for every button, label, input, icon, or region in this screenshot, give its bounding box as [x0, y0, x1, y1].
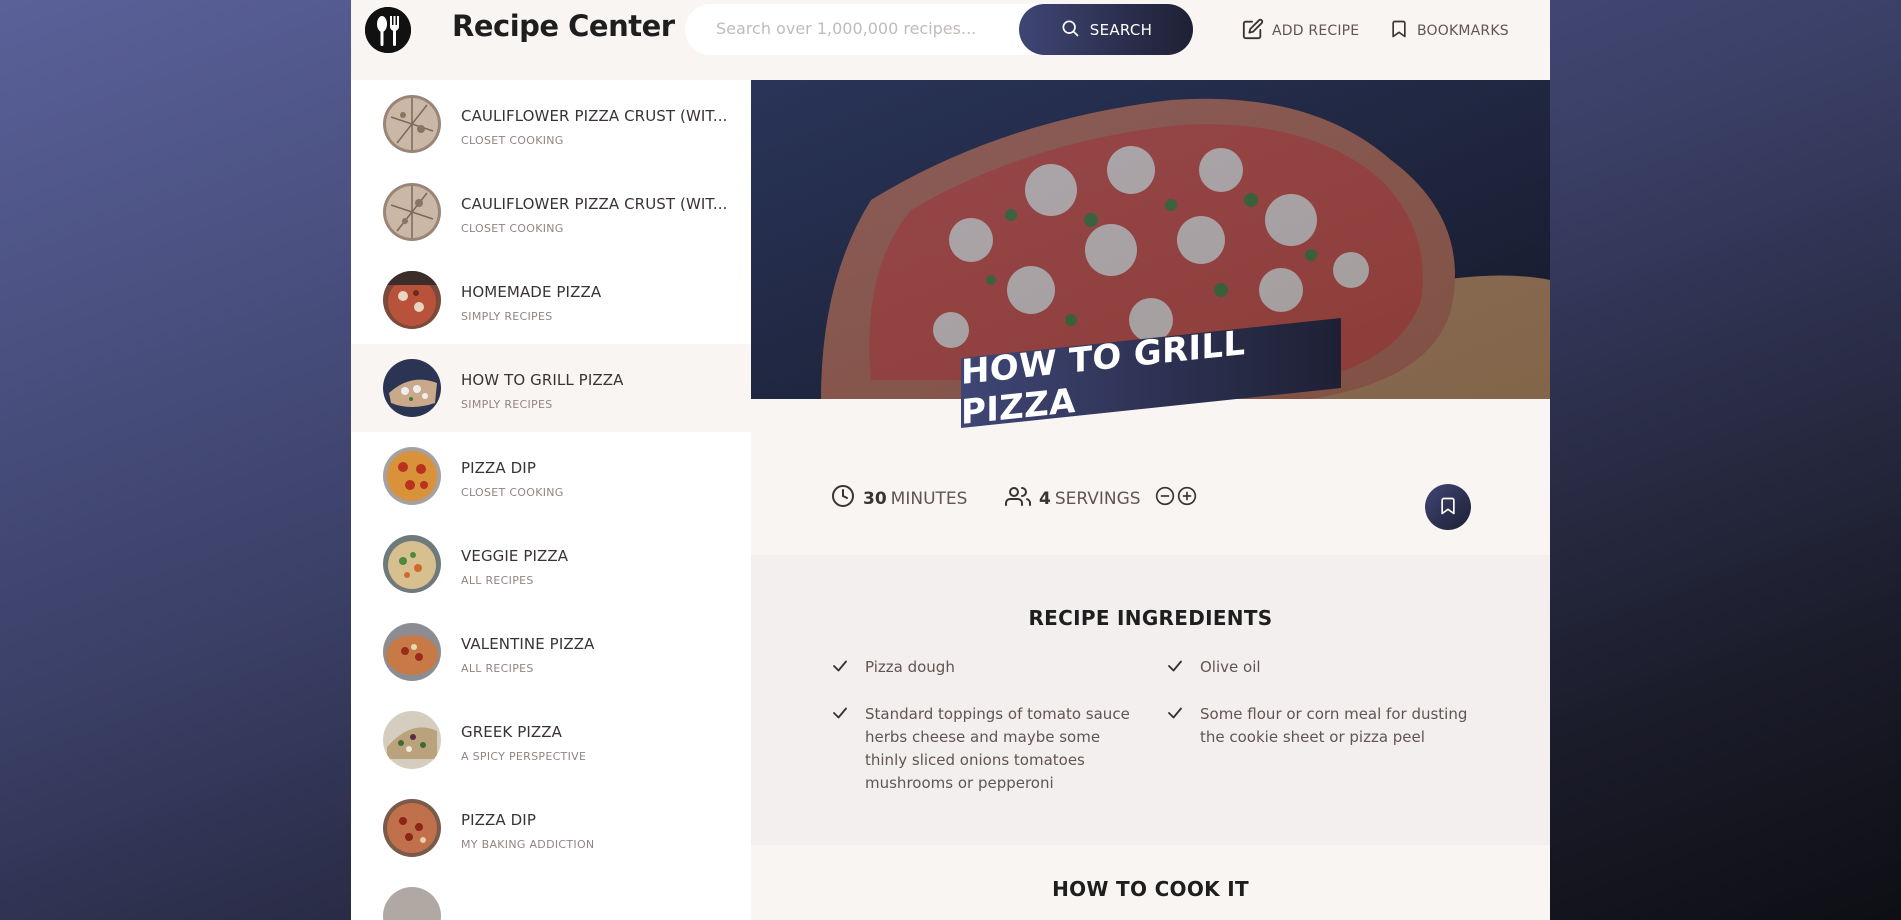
clock-icon [831, 484, 855, 513]
result-title: GREEK PIZZA [461, 723, 562, 741]
result-item[interactable]: VEGGIE PIZZA ALL RECIPES [351, 520, 751, 608]
result-thumbnail [383, 271, 441, 329]
result-title: VEGGIE PIZZA [461, 547, 568, 565]
ingredient-item: Pizza dough [831, 656, 1131, 682]
result-item[interactable]: GREEK PIZZA A SPICY PERSPECTIVE [351, 696, 751, 784]
result-thumbnail [383, 535, 441, 593]
minutes-unit: MINUTES [891, 489, 968, 509]
servings: 4 SERVINGS [1005, 484, 1197, 513]
ingredient-item: Standard toppings of tomato sauce herbs … [831, 703, 1131, 795]
ingredient-item: Some flour or corn meal for dusting the … [1166, 703, 1476, 749]
check-icon [1166, 656, 1186, 682]
result-thumbnail [383, 447, 441, 505]
header: Recipe Center SEARCH ADD RECIPE BOOKMARK… [351, 0, 1550, 80]
result-item-partial[interactable] [351, 872, 751, 920]
ingredient-item: Olive oil [1166, 656, 1476, 682]
result-thumbnail [383, 799, 441, 857]
result-thumbnail [383, 623, 441, 681]
add-recipe-button[interactable]: ADD RECIPE [1242, 18, 1359, 44]
bookmarks-button[interactable]: BOOKMARKS [1389, 18, 1509, 44]
result-title: HOW TO GRILL PIZZA [461, 371, 623, 389]
search-input[interactable] [714, 18, 1018, 39]
result-publisher: SIMPLY RECIPES [461, 398, 553, 411]
result-thumbnail [383, 711, 441, 769]
bookmark-recipe-button[interactable] [1425, 484, 1471, 530]
check-icon [1166, 703, 1186, 749]
result-title: HOMEMADE PIZZA [461, 283, 601, 301]
result-item[interactable]: PIZZA DIP CLOSET COOKING [351, 432, 751, 520]
directions-heading: HOW TO COOK IT [751, 877, 1550, 901]
bookmarks-label: BOOKMARKS [1417, 23, 1509, 39]
result-publisher: CLOSET COOKING [461, 486, 564, 499]
result-title: PIZZA DIP [461, 811, 536, 829]
result-thumbnail [383, 95, 441, 153]
app-container: Recipe Center SEARCH ADD RECIPE BOOKMARK… [351, 0, 1550, 920]
result-item[interactable]: HOMEMADE PIZZA SIMPLY RECIPES [351, 256, 751, 344]
ingredient-text: Pizza dough [865, 656, 955, 682]
result-item[interactable]: CAULIFLOWER PIZZA CRUST (WIT... CLOSET C… [351, 80, 751, 168]
add-recipe-label: ADD RECIPE [1272, 23, 1359, 39]
ingredient-text: Some flour or corn meal for dusting the … [1200, 703, 1476, 749]
ingredient-text: Standard toppings of tomato sauce herbs … [865, 703, 1131, 795]
result-publisher: ALL RECIPES [461, 662, 534, 675]
result-publisher: A SPICY PERSPECTIVE [461, 750, 586, 763]
ingredients-section: RECIPE INGREDIENTS Pizza dough Olive oil… [751, 555, 1550, 845]
search-form: SEARCH [685, 4, 1190, 55]
result-publisher: ALL RECIPES [461, 574, 534, 587]
directions-section: HOW TO COOK IT [751, 845, 1550, 920]
result-title: PIZZA DIP [461, 459, 536, 477]
bookmark-icon [1389, 18, 1409, 44]
result-item-active[interactable]: HOW TO GRILL PIZZA SIMPLY RECIPES [351, 344, 751, 432]
result-publisher: CLOSET COOKING [461, 134, 564, 147]
result-title: VALENTINE PIZZA [461, 635, 594, 653]
cooking-time: 30 MINUTES [831, 484, 967, 513]
result-thumbnail [383, 359, 441, 417]
servings-value: 4 [1039, 489, 1051, 509]
search-button-label: SEARCH [1090, 21, 1153, 39]
ingredients-heading: RECIPE INGREDIENTS [751, 606, 1550, 630]
edit-icon [1242, 18, 1264, 44]
users-icon [1005, 484, 1031, 513]
check-icon [831, 656, 851, 682]
result-item[interactable]: VALENTINE PIZZA ALL RECIPES [351, 608, 751, 696]
minus-circle-icon[interactable] [1155, 486, 1175, 511]
search-results: CAULIFLOWER PIZZA CRUST (WIT... CLOSET C… [351, 80, 751, 920]
recipe-details: 30 MINUTES 4 SERVINGS [751, 460, 1550, 535]
bookmark-icon [1438, 495, 1458, 520]
result-title: CAULIFLOWER PIZZA CRUST (WIT... [461, 195, 728, 213]
search-icon [1060, 18, 1080, 42]
check-icon [831, 703, 851, 795]
recipe-panel: HOW TO GRILL PIZZA 30 MINUTES 4 SERVINGS [751, 80, 1550, 920]
result-thumbnail [383, 183, 441, 241]
result-item[interactable]: PIZZA DIP MY BAKING ADDICTION [351, 784, 751, 872]
result-thumbnail [383, 887, 441, 920]
result-publisher: CLOSET COOKING [461, 222, 564, 235]
result-publisher: SIMPLY RECIPES [461, 310, 553, 323]
logo-icon[interactable] [365, 7, 411, 53]
search-button[interactable]: SEARCH [1019, 4, 1193, 55]
result-publisher: MY BAKING ADDICTION [461, 838, 594, 851]
ingredient-text: Olive oil [1200, 656, 1261, 682]
servings-unit: SERVINGS [1055, 489, 1141, 509]
result-item[interactable]: CAULIFLOWER PIZZA CRUST (WIT... CLOSET C… [351, 168, 751, 256]
result-title: CAULIFLOWER PIZZA CRUST (WIT... [461, 107, 728, 125]
plus-circle-icon[interactable] [1177, 486, 1197, 511]
brand-title: Recipe Center [452, 9, 675, 43]
minutes-value: 30 [863, 489, 887, 509]
